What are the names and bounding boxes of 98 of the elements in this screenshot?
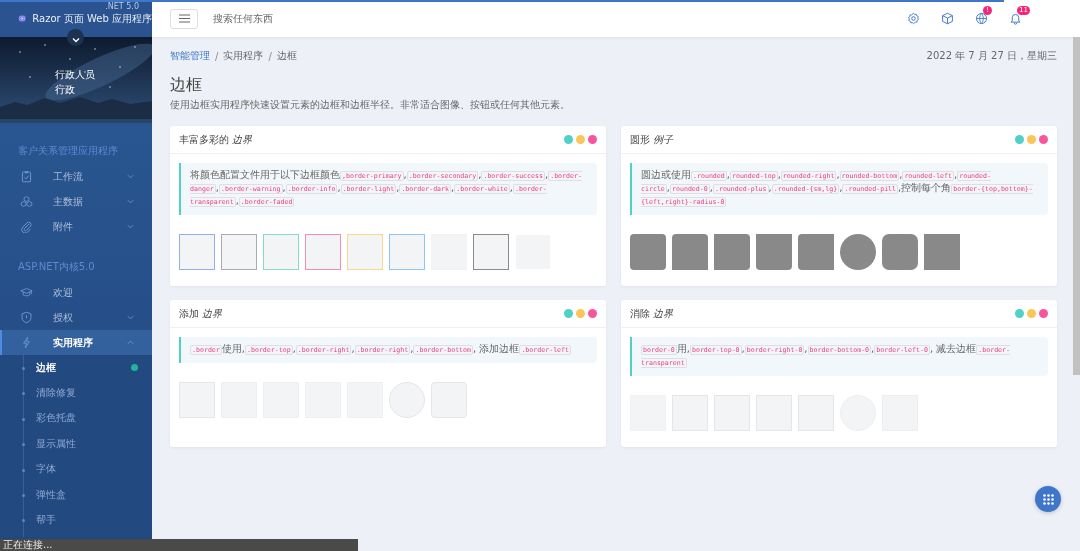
window-dot[interactable] <box>564 135 573 144</box>
date-text: 2022 年 7 月 27 日，星期三 <box>926 49 1057 63</box>
nav-item[interactable]: 工作流 <box>0 164 152 189</box>
window-dot[interactable] <box>1015 309 1024 318</box>
scrollbar[interactable] <box>1073 37 1080 375</box>
description-text: , <box>871 343 875 354</box>
description-text: , <box>839 182 843 193</box>
active-dot <box>131 364 138 372</box>
chevron-icon <box>71 36 80 44</box>
menu-icon <box>178 14 190 23</box>
page-subtitle: 使用边框实用程序快速设置元素的边框和边框半径。非常适合图像、按钮或任何其他元素。 <box>170 98 571 112</box>
breadcrumb-item: 实用程序 <box>223 49 264 63</box>
description-text: , <box>836 169 840 180</box>
nav-subitem[interactable]: 清除修复 <box>0 380 152 406</box>
description-text: , <box>282 182 286 193</box>
description-text: , <box>403 169 407 180</box>
shield-icon <box>20 311 33 324</box>
description-text: , <box>741 343 745 354</box>
window-dot[interactable] <box>1015 135 1024 144</box>
description-text: , <box>726 169 730 180</box>
nav-item[interactable]: 主数据 <box>0 189 152 214</box>
chevron-icon <box>127 314 134 321</box>
cubes-icon <box>20 195 33 208</box>
settings-icon[interactable] <box>907 12 920 25</box>
page-title: 边框 <box>170 75 203 96</box>
app-title: Razor 页面 Web 应用程序 <box>32 11 152 26</box>
window-dot[interactable] <box>576 309 585 318</box>
profile-name: 行政人员 <box>55 68 95 82</box>
version-label: .NET 5.0 <box>105 2 139 11</box>
nav-item[interactable]: 附件 <box>0 214 152 239</box>
description-text: 圆边或使用 <box>641 169 691 180</box>
nav-subitem[interactable]: 弹性盒 <box>0 481 152 508</box>
chevron-icon <box>127 339 134 346</box>
window-dot[interactable] <box>564 309 573 318</box>
description-text: 用, <box>676 343 690 354</box>
description-text: , 添加边框 <box>473 343 520 354</box>
description-text: , <box>509 182 513 193</box>
breadcrumb-item[interactable]: 智能管理 <box>170 49 210 63</box>
breadcrumb-separator: / <box>268 50 272 62</box>
chevron-icon <box>127 223 134 230</box>
nav-item[interactable]: 实用程序 <box>0 330 152 355</box>
breadcrumb-separator: / <box>215 50 219 62</box>
cube-icon[interactable] <box>941 12 954 25</box>
breadcrumb-item: 边框 <box>276 49 297 63</box>
description-text: 使用, <box>221 343 245 354</box>
nav-subitem[interactable]: 帮手 <box>0 507 152 533</box>
search-field[interactable]: 搜索任何东西 <box>211 12 415 25</box>
description-text: , <box>451 182 455 193</box>
paperclip-icon <box>20 220 33 233</box>
description-text: , <box>292 343 296 354</box>
menu-button[interactable] <box>170 8 198 29</box>
window-dot[interactable] <box>1027 309 1036 318</box>
nav-subitem[interactable]: 显示属性 <box>0 431 152 457</box>
description-text: , <box>235 195 239 206</box>
status-bar: 正在连接... <box>0 539 358 551</box>
description-text: ,控制每个角 <box>898 182 952 193</box>
description-text: 将颜色配置文件用于以下边框颜色 <box>190 169 340 180</box>
description-text: , <box>954 169 958 180</box>
description-text: , <box>899 169 903 180</box>
description-text: , <box>709 182 713 193</box>
clipboard-icon <box>20 170 33 183</box>
card-title: 消除 边界 <box>630 306 674 321</box>
window-dot[interactable] <box>1027 135 1036 144</box>
window-dot[interactable] <box>1039 309 1048 318</box>
chevron-icon <box>127 198 134 205</box>
description-text: , <box>215 182 219 193</box>
description-text: , <box>337 182 341 193</box>
section-label: ASP.NET内核5.0 <box>17 260 96 274</box>
description-text: , 减去边框 <box>929 343 977 354</box>
nav-subitem[interactable]: 边框 <box>0 355 152 381</box>
nav-subitem[interactable]: 字体 <box>0 456 152 482</box>
card-title: 添加 边界 <box>179 306 223 321</box>
description-text: , <box>768 182 772 193</box>
nav-subitem[interactable]: 彩色托盘 <box>0 405 152 432</box>
description-text: , <box>478 169 482 180</box>
card-title: 丰富多彩的 边界 <box>179 132 253 147</box>
globe-icon[interactable] <box>975 12 988 25</box>
description-text: , <box>396 182 400 193</box>
nav-item[interactable]: 欢迎 <box>0 280 152 305</box>
profile-role: 行政 <box>55 83 76 97</box>
description-text: , <box>410 343 414 354</box>
window-dot[interactable] <box>576 135 585 144</box>
apps-button[interactable] <box>1035 486 1061 512</box>
description-text: , <box>804 343 808 354</box>
nav-item[interactable]: 授权 <box>0 305 152 330</box>
description-text: , <box>544 169 549 180</box>
bell-icon[interactable] <box>1009 12 1022 25</box>
description-text: , <box>666 182 670 193</box>
lightning-icon <box>20 336 33 349</box>
description-text: , <box>351 343 355 354</box>
window-dot[interactable] <box>588 135 597 144</box>
grid-icon <box>1042 493 1054 505</box>
card-title: 圆形 例子 <box>630 132 674 147</box>
chevron-icon <box>127 173 134 180</box>
description-text: , <box>777 169 781 180</box>
graduation-cap-icon <box>20 286 33 299</box>
window-dot[interactable] <box>1039 135 1048 144</box>
window-dot[interactable] <box>588 309 597 318</box>
